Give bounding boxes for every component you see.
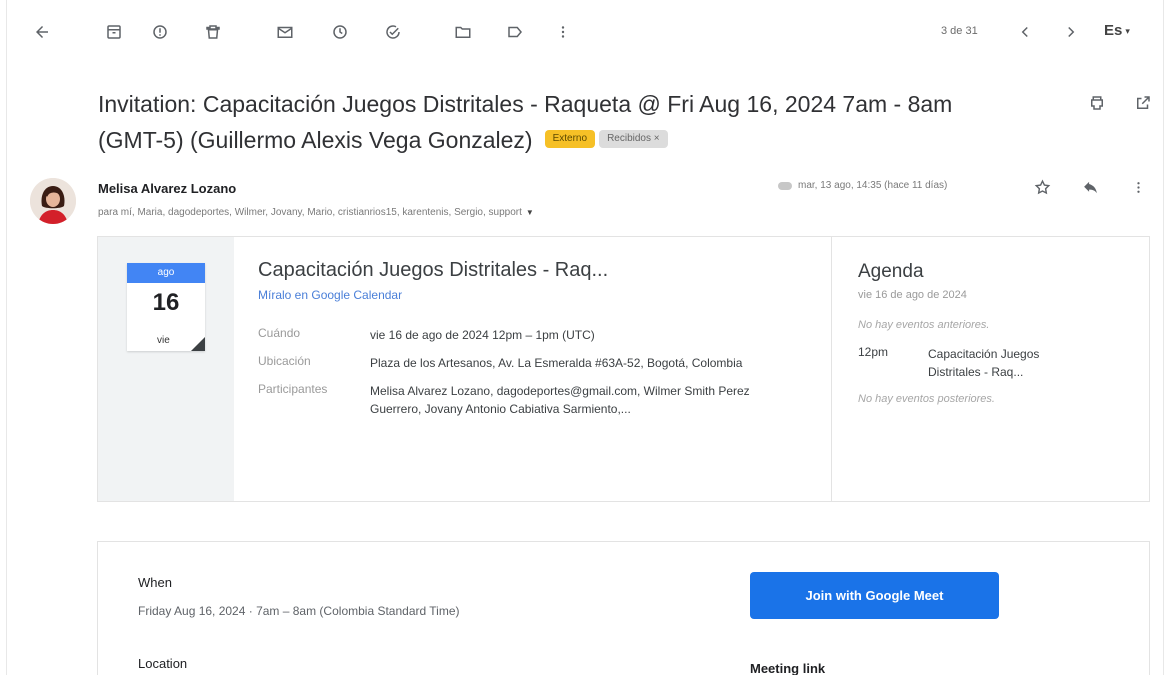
print-icon[interactable]	[1088, 94, 1106, 112]
language-label: Es	[1104, 22, 1123, 39]
join-google-meet-button[interactable]: Join with Google Meet	[750, 572, 999, 619]
invite-details: Capacitación Juegos Distritales - Raq...…	[258, 259, 828, 418]
more-vertical-icon[interactable]	[553, 22, 573, 42]
agenda-no-previous: No hay eventos anteriores.	[858, 319, 990, 331]
invite-when-row: Cuándo vie 16 de ago de 2024 12pm – 1pm …	[258, 326, 828, 344]
add-task-icon[interactable]	[383, 22, 403, 42]
guests-value: Melisa Alvarez Lozano, dagodeportes@gmai…	[370, 384, 750, 416]
view-in-calendar-link[interactable]: Míralo en Google Calendar	[258, 288, 402, 302]
agenda-event-time: 12pm	[858, 345, 889, 359]
message-meta: mar, 13 ago, 14:35 (hace 11 días)	[778, 180, 947, 191]
agenda-panel: Agenda vie 16 de ago de 2024 No hay even…	[858, 261, 1128, 405]
more-vertical-icon[interactable]	[1129, 178, 1147, 196]
chevron-left-icon[interactable]	[1015, 22, 1035, 42]
archive-icon[interactable]	[104, 22, 124, 42]
label-chip-external[interactable]: Externo	[544, 129, 596, 148]
invite-title: Capacitación Juegos Distritales - Raq...	[258, 259, 609, 281]
invite-divider	[831, 237, 832, 501]
calendar-weekday: vie	[157, 335, 170, 346]
mark-unread-icon[interactable]	[275, 22, 295, 42]
message-date: mar, 13 ago, 14:35 (hace 11 días)	[798, 180, 948, 191]
label-chip-inbox[interactable]: Recibidos ×	[599, 129, 668, 148]
subject-tools	[1088, 94, 1152, 112]
location-value: Plaza de los Artesanos, Av. La Esmeralda…	[370, 356, 743, 370]
calendar-invite-card: ago 16 vie Capacitación Juegos Distrital…	[97, 236, 1150, 502]
agenda-no-next: No hay eventos posteriores.	[858, 393, 995, 405]
recipients-list: para mí, Maria, dagodeportes, Wilmer, Jo…	[98, 207, 522, 218]
page-fold-icon	[191, 337, 205, 351]
star-icon[interactable]	[1033, 178, 1051, 196]
details-when-value: Friday Aug 16, 2024 · 7am – 8am (Colombi…	[138, 604, 460, 618]
message-toolbar: 3 de 31 Es ▾	[0, 0, 1171, 64]
attachment-icon	[778, 181, 792, 190]
report-spam-icon[interactable]	[150, 22, 170, 42]
email-subject: Invitation: Capacitación Juegos Distrita…	[98, 86, 1078, 158]
subject-line-2: (GMT-5) (Guillermo Alexis Vega Gonzalez)	[98, 127, 533, 153]
agenda-date: vie 16 de ago de 2024	[858, 289, 967, 301]
agenda-event[interactable]: 12pm Capacitación Juegos Distritales - R…	[858, 345, 1128, 381]
snooze-clock-icon[interactable]	[330, 22, 350, 42]
event-details-card: When Friday Aug 16, 2024 · 7am – 8am (Co…	[97, 541, 1150, 675]
calendar-day: 16	[152, 289, 180, 316]
move-to-folder-icon[interactable]	[453, 22, 473, 42]
language-selector[interactable]: Es ▾	[1104, 22, 1130, 39]
when-label: Cuándo	[258, 326, 301, 340]
when-value: vie 16 de ago de 2024 12pm – 1pm (UTC)	[370, 328, 595, 342]
recipients-toggle[interactable]: para mí, Maria, dagodeportes, Wilmer, Jo…	[98, 207, 534, 218]
delete-icon[interactable]	[203, 22, 223, 42]
invite-guests-row: Participantes Melisa Alvarez Lozano, dag…	[258, 382, 828, 418]
details-when-label: When	[138, 575, 172, 590]
subject-line-1: Invitation: Capacitación Juegos Distrita…	[98, 91, 953, 117]
guests-label: Participantes	[258, 382, 328, 396]
message-pager: 3 de 31	[941, 25, 978, 37]
calendar-month: ago	[127, 263, 205, 283]
agenda-event-name: Capacitación Juegos Distritales - Raq...	[928, 347, 1040, 379]
back-arrow-icon[interactable]	[32, 22, 52, 42]
sender-avatar[interactable]	[30, 178, 76, 224]
invite-location-row: Ubicación Plaza de los Artesanos, Av. La…	[258, 354, 828, 372]
meeting-link-label: Meeting link	[750, 661, 826, 675]
chevron-right-icon[interactable]	[1061, 22, 1081, 42]
caret-down-icon: ▾	[1125, 25, 1130, 36]
location-label: Ubicación	[258, 354, 311, 368]
open-new-window-icon[interactable]	[1134, 94, 1152, 112]
reply-icon[interactable]	[1081, 178, 1099, 196]
calendar-date-icon: ago 16 vie	[127, 263, 205, 351]
invite-date-panel: ago 16 vie	[98, 237, 234, 501]
message-actions	[1033, 178, 1147, 196]
caret-down-icon: ▼	[525, 208, 534, 217]
sender-name[interactable]: Melisa Alvarez Lozano	[98, 181, 236, 196]
agenda-title: Agenda	[858, 261, 924, 282]
label-icon[interactable]	[505, 22, 525, 42]
details-location-label: Location	[138, 656, 188, 671]
